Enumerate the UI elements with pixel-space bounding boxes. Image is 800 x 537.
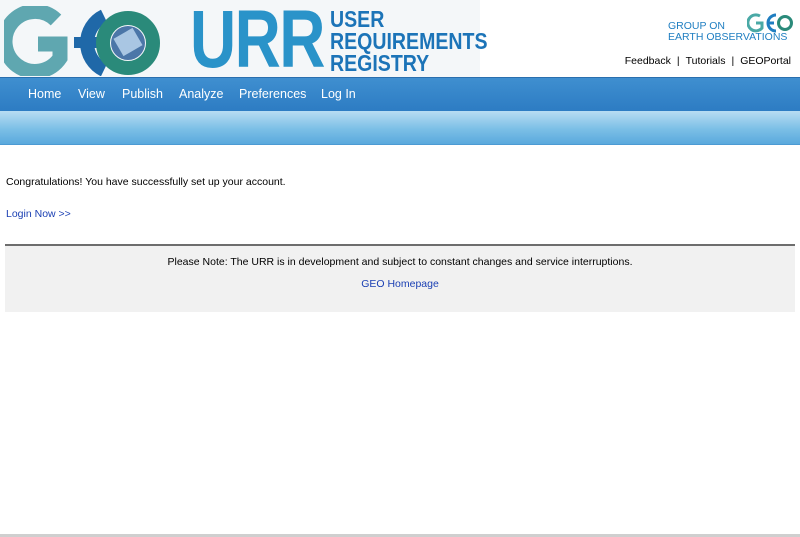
login-now-link[interactable]: Login Now >>	[6, 208, 71, 220]
nav-home[interactable]: Home	[28, 87, 61, 101]
group-on-earth-observations-logo[interactable]: GROUP ON EARTH OBSERVATIONS	[668, 12, 793, 48]
footer: Please Note: The URR is in development a…	[5, 244, 795, 312]
tutorials-link[interactable]: Tutorials	[686, 55, 726, 67]
org-line-2: EARTH OBSERVATIONS	[668, 31, 788, 43]
separator: |	[731, 55, 735, 67]
urr-title: URR	[190, 0, 325, 85]
nav-publish[interactable]: Publish	[122, 87, 163, 101]
geoportal-link[interactable]: GEOPortal	[740, 55, 791, 67]
nav-view[interactable]: View	[78, 87, 105, 101]
site-header: URR USER REQUIREMENTS REGISTRY GROUP ON …	[0, 0, 800, 85]
urr-subtitle: USER REQUIREMENTS REGISTRY	[330, 6, 488, 76]
main-nav: Home View Publish Analyze Preferences Lo…	[0, 77, 800, 111]
urr-word-2: REQUIREMENTS	[330, 28, 488, 54]
nav-preferences[interactable]: Preferences	[239, 87, 306, 101]
separator: |	[676, 55, 680, 67]
urr-word-1: USER	[330, 6, 385, 32]
utility-links: Feedback | Tutorials | GEOPortal	[625, 55, 791, 67]
urr-word-3: REGISTRY	[330, 50, 430, 76]
nav-log-in[interactable]: Log In	[321, 87, 356, 101]
urr-banner[interactable]: URR USER REQUIREMENTS REGISTRY	[0, 0, 488, 85]
geo-logo-icon	[4, 6, 160, 76]
development-note: Please Note: The URR is in development a…	[167, 256, 633, 268]
geo-homepage-link[interactable]: GEO Homepage	[361, 278, 439, 290]
sub-nav-bar	[0, 111, 800, 145]
nav-analyze[interactable]: Analyze	[179, 87, 223, 101]
feedback-link[interactable]: Feedback	[625, 55, 671, 67]
footer-links: GEO Homepage	[5, 278, 795, 290]
success-message: Congratulations! You have successfully s…	[6, 176, 286, 188]
org-name: GROUP ON EARTH OBSERVATIONS	[668, 21, 787, 43]
